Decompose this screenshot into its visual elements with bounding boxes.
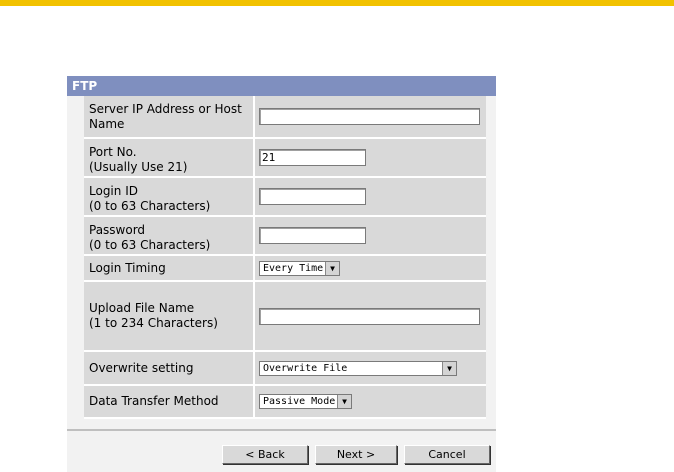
button-bar: < Back Next > Cancel [67, 445, 496, 464]
back-button[interactable]: < Back [222, 445, 308, 464]
row-overwrite-setting: Overwrite setting Overwrite File ▼ [84, 352, 486, 386]
server-address-cell [255, 96, 486, 137]
divider [67, 429, 496, 431]
overwrite-setting-label: Overwrite setting [84, 352, 255, 384]
port-label-line1: Port No. [89, 145, 137, 159]
port-label-line2: (Usually Use 21) [89, 160, 188, 174]
server-address-label: Server IP Address or Host Name [84, 96, 255, 137]
port-label: Port No. (Usually Use 21) [84, 139, 255, 176]
login-timing-select[interactable]: Every Time ▼ [259, 260, 340, 276]
row-password: Password (0 to 63 Characters) [84, 217, 486, 256]
server-address-label-line1: Server IP Address or Host [89, 102, 242, 116]
chevron-down-icon[interactable]: ▼ [442, 361, 456, 375]
upload-file-name-label: Upload File Name (1 to 234 Characters) [84, 282, 255, 350]
upload-file-name-input[interactable] [259, 307, 480, 325]
row-data-transfer-method: Data Transfer Method Passive Mode ▼ [84, 386, 486, 419]
data-transfer-method-cell: Passive Mode ▼ [255, 386, 486, 417]
login-id-cell [255, 178, 486, 215]
port-cell [255, 139, 486, 176]
password-input[interactable] [259, 227, 366, 244]
data-transfer-method-label: Data Transfer Method [84, 386, 255, 417]
overwrite-setting-cell: Overwrite File ▼ [255, 352, 486, 384]
top-accent-bar [0, 0, 674, 6]
upload-file-name-label-line1: Upload File Name [89, 301, 195, 315]
login-id-label-line2: (0 to 63 Characters) [89, 199, 211, 213]
ftp-settings-panel: FTP Server IP Address or Host Name Port … [67, 76, 496, 472]
row-upload-file-name: Upload File Name (1 to 234 Characters) [84, 282, 486, 352]
upload-file-name-label-line2: (1 to 234 Characters) [89, 316, 218, 330]
row-port: Port No. (Usually Use 21) [84, 139, 486, 178]
login-id-input[interactable] [259, 188, 366, 205]
login-id-label-line1: Login ID [89, 184, 138, 198]
password-label: Password (0 to 63 Characters) [84, 217, 255, 254]
server-address-label-line2: Name [89, 117, 125, 131]
password-label-line1: Password [89, 223, 146, 237]
server-address-input[interactable] [259, 108, 480, 125]
row-login-timing: Login Timing Every Time ▼ [84, 256, 486, 282]
chevron-down-icon[interactable]: ▼ [325, 261, 339, 275]
login-id-label: Login ID (0 to 63 Characters) [84, 178, 255, 215]
cancel-button[interactable]: Cancel [404, 445, 490, 464]
password-label-line2: (0 to 63 Characters) [89, 238, 211, 252]
login-timing-cell: Every Time ▼ [255, 256, 486, 280]
data-transfer-method-select[interactable]: Passive Mode ▼ [259, 394, 352, 409]
next-button[interactable]: Next > [315, 445, 397, 464]
upload-file-name-cell [255, 282, 486, 350]
panel-title: FTP [67, 76, 496, 96]
overwrite-setting-select[interactable]: Overwrite File ▼ [259, 360, 457, 376]
ftp-form: Server IP Address or Host Name Port No. … [84, 96, 486, 419]
overwrite-setting-value: Overwrite File [263, 362, 348, 374]
data-transfer-method-value: Passive Mode [263, 396, 336, 407]
port-input[interactable] [259, 149, 366, 166]
chevron-down-icon[interactable]: ▼ [337, 395, 351, 408]
row-server-address: Server IP Address or Host Name [84, 96, 486, 139]
login-timing-label: Login Timing [84, 256, 255, 280]
password-cell [255, 217, 486, 254]
login-timing-value: Every Time [263, 262, 324, 274]
row-login-id: Login ID (0 to 63 Characters) [84, 178, 486, 217]
